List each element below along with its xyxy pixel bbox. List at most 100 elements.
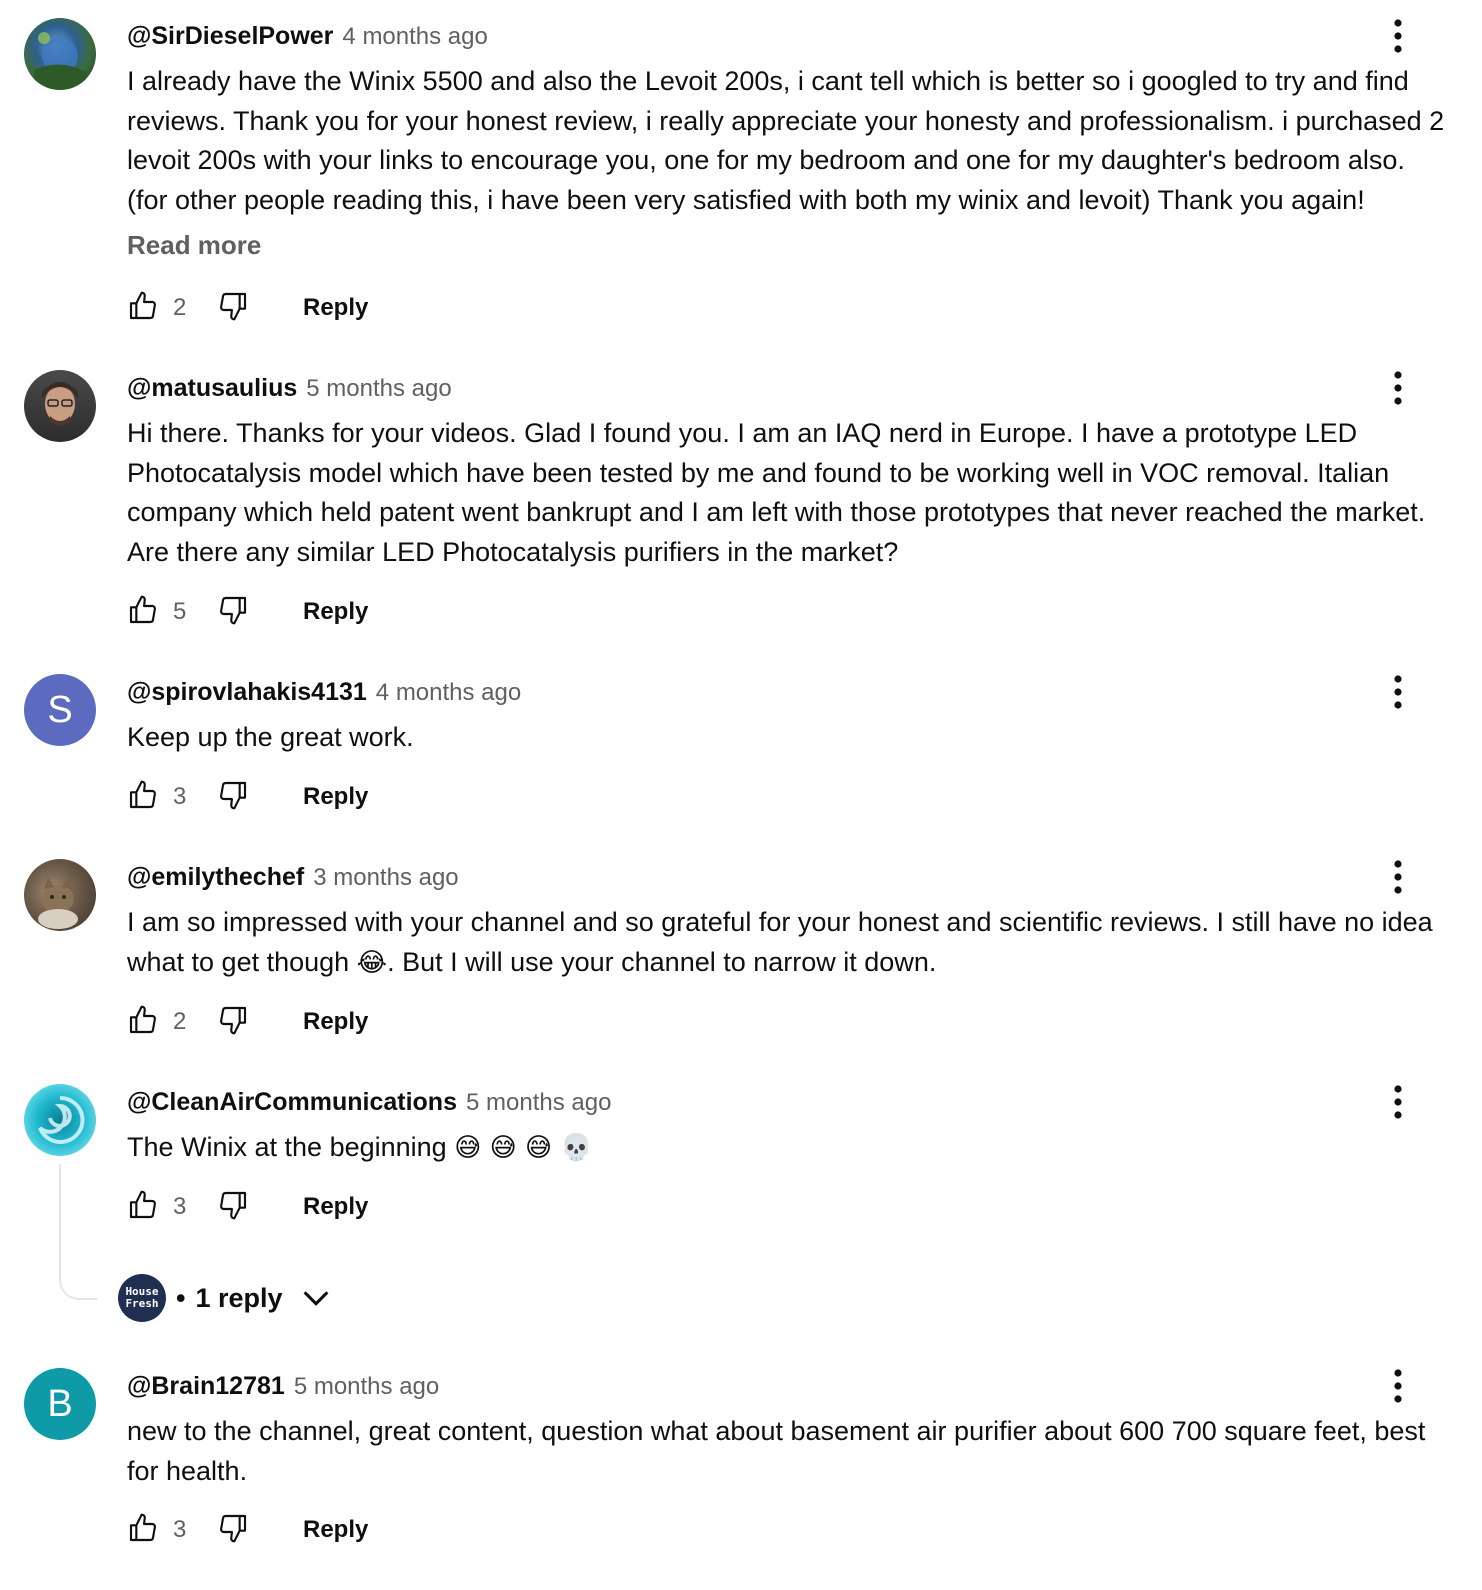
comment-text: Keep up the great work. <box>127 722 414 752</box>
swirl-logo-icon <box>38 1095 85 1144</box>
author-name[interactable]: @Brain12781 <box>127 1372 285 1401</box>
more-vert-icon <box>1388 674 1408 710</box>
thumb-up-icon <box>127 1189 159 1221</box>
like-count: 3 <box>173 1193 187 1220</box>
laughing-emoji: 😂 <box>356 947 388 978</box>
comment-text: I am so impressed with your channel and … <box>127 903 1447 983</box>
avatar[interactable] <box>24 18 96 90</box>
comment-actions: 3 Reply <box>127 1512 368 1548</box>
separator-dot: • <box>176 1282 186 1313</box>
more-actions-button[interactable] <box>1388 1368 1408 1404</box>
sweat-smile-emoji: 😅 😅 😅 💀 <box>454 1133 593 1163</box>
comment-header: @spirovlahakis4131 4 months ago <box>127 678 521 712</box>
avatar-letter: S <box>47 688 73 731</box>
comment-text: The Winix at the beginning 😅 😅 😅 💀 <box>127 1128 1447 1169</box>
more-actions-button[interactable] <box>1388 370 1408 406</box>
comment-timestamp[interactable]: 4 months ago <box>376 679 521 707</box>
comment-header: @CleanAirCommunications 5 months ago <box>127 1088 611 1122</box>
more-vert-icon <box>1388 859 1408 895</box>
comment-timestamp[interactable]: 5 months ago <box>306 375 451 403</box>
avatar[interactable] <box>24 370 96 442</box>
avatar-letter: B <box>47 1382 73 1425</box>
reply-count-label: 1 reply <box>195 1282 283 1313</box>
chevron-down-icon <box>303 1291 328 1306</box>
reply-button[interactable]: Reply <box>303 1516 368 1544</box>
dislike-button[interactable] <box>217 1004 249 1041</box>
comment-text: I already have the Winix 5500 and also t… <box>127 66 1445 215</box>
like-count: 2 <box>173 1008 187 1035</box>
thumb-up-icon <box>127 779 159 811</box>
like-button[interactable] <box>127 594 159 631</box>
comment-actions: 2 Reply <box>127 290 368 326</box>
comment-text-part: . But I will use your channel to narrow … <box>387 946 937 977</box>
comment-header: @SirDieselPower 4 months ago <box>127 22 488 56</box>
comment-actions: 5 Reply <box>127 594 368 630</box>
comment-timestamp[interactable]: 3 months ago <box>313 864 458 892</box>
comment-actions: 2 Reply <box>127 1004 368 1040</box>
thumb-down-icon <box>217 1004 249 1036</box>
reply-button[interactable]: Reply <box>303 1193 368 1221</box>
more-actions-button[interactable] <box>1388 1084 1408 1120</box>
more-vert-icon <box>1388 1368 1408 1404</box>
author-name[interactable]: @SirDieselPower <box>127 22 333 51</box>
like-button[interactable] <box>127 1512 159 1549</box>
more-actions-button[interactable] <box>1388 859 1408 895</box>
reply-button[interactable]: Reply <box>303 598 368 626</box>
more-actions-button[interactable] <box>1388 674 1408 710</box>
author-name[interactable]: @spirovlahakis4131 <box>127 678 367 707</box>
reply-button[interactable]: Reply <box>303 783 368 811</box>
like-button[interactable] <box>127 779 159 816</box>
comment-timestamp[interactable]: 5 months ago <box>294 1373 439 1401</box>
dislike-button[interactable] <box>217 290 249 327</box>
thumb-up-icon <box>127 290 159 322</box>
reply-author-avatar: House Fresh <box>118 1274 166 1322</box>
comment-text: Hi there. Thanks for your videos. Glad I… <box>127 418 1426 567</box>
comment-timestamp[interactable]: 5 months ago <box>466 1089 611 1117</box>
more-vert-icon <box>1388 18 1408 54</box>
comment-text: new to the channel, great content, quest… <box>127 1416 1426 1486</box>
author-name[interactable]: @CleanAirCommunications <box>127 1088 457 1117</box>
reply-button[interactable]: Reply <box>303 294 368 322</box>
thumb-up-icon <box>127 1004 159 1036</box>
thumb-up-icon <box>127 1512 159 1544</box>
more-vert-icon <box>1388 1084 1408 1120</box>
comment-timestamp[interactable]: 4 months ago <box>342 23 487 51</box>
thumb-down-icon <box>217 594 249 626</box>
comment-text-part: The Winix at the beginning <box>127 1132 455 1162</box>
comment-actions: 3 Reply <box>127 1189 368 1225</box>
like-count: 5 <box>173 598 187 625</box>
like-button[interactable] <box>127 1004 159 1041</box>
thumb-down-icon <box>217 290 249 322</box>
avatar-logo-text: Fresh <box>125 1297 159 1310</box>
thumb-down-icon <box>217 1189 249 1221</box>
cat-photo-icon <box>38 877 78 929</box>
more-actions-button[interactable] <box>1388 18 1408 54</box>
comment-actions: 3 Reply <box>127 779 368 815</box>
thumb-down-icon <box>217 779 249 811</box>
thread-connector <box>59 1164 97 1300</box>
reply-button[interactable]: Reply <box>303 1008 368 1036</box>
comment-header: @emilythechef 3 months ago <box>127 863 459 897</box>
like-button[interactable] <box>127 290 159 327</box>
dislike-button[interactable] <box>217 594 249 631</box>
dislike-button[interactable] <box>217 1189 249 1226</box>
like-count: 3 <box>173 1516 187 1543</box>
dislike-button[interactable] <box>217 1512 249 1549</box>
view-replies-button[interactable]: House Fresh • 1 reply <box>118 1274 333 1322</box>
like-count: 3 <box>173 783 187 810</box>
avatar[interactable] <box>24 859 96 931</box>
author-name[interactable]: @matusaulius <box>127 374 297 403</box>
like-button[interactable] <box>127 1189 159 1226</box>
dislike-button[interactable] <box>217 779 249 816</box>
thumb-down-icon <box>217 1512 249 1544</box>
thumb-up-icon <box>127 594 159 626</box>
read-more-button[interactable]: Read more <box>127 230 261 261</box>
like-count: 2 <box>173 294 187 321</box>
avatar[interactable]: B <box>24 1368 96 1440</box>
avatar[interactable]: S <box>24 674 96 746</box>
globe-landscape-icon <box>34 32 86 90</box>
person-photo-icon <box>42 382 78 426</box>
author-name[interactable]: @emilythechef <box>127 863 304 892</box>
comment-header: @Brain12781 5 months ago <box>127 1372 439 1406</box>
avatar[interactable] <box>24 1084 96 1156</box>
